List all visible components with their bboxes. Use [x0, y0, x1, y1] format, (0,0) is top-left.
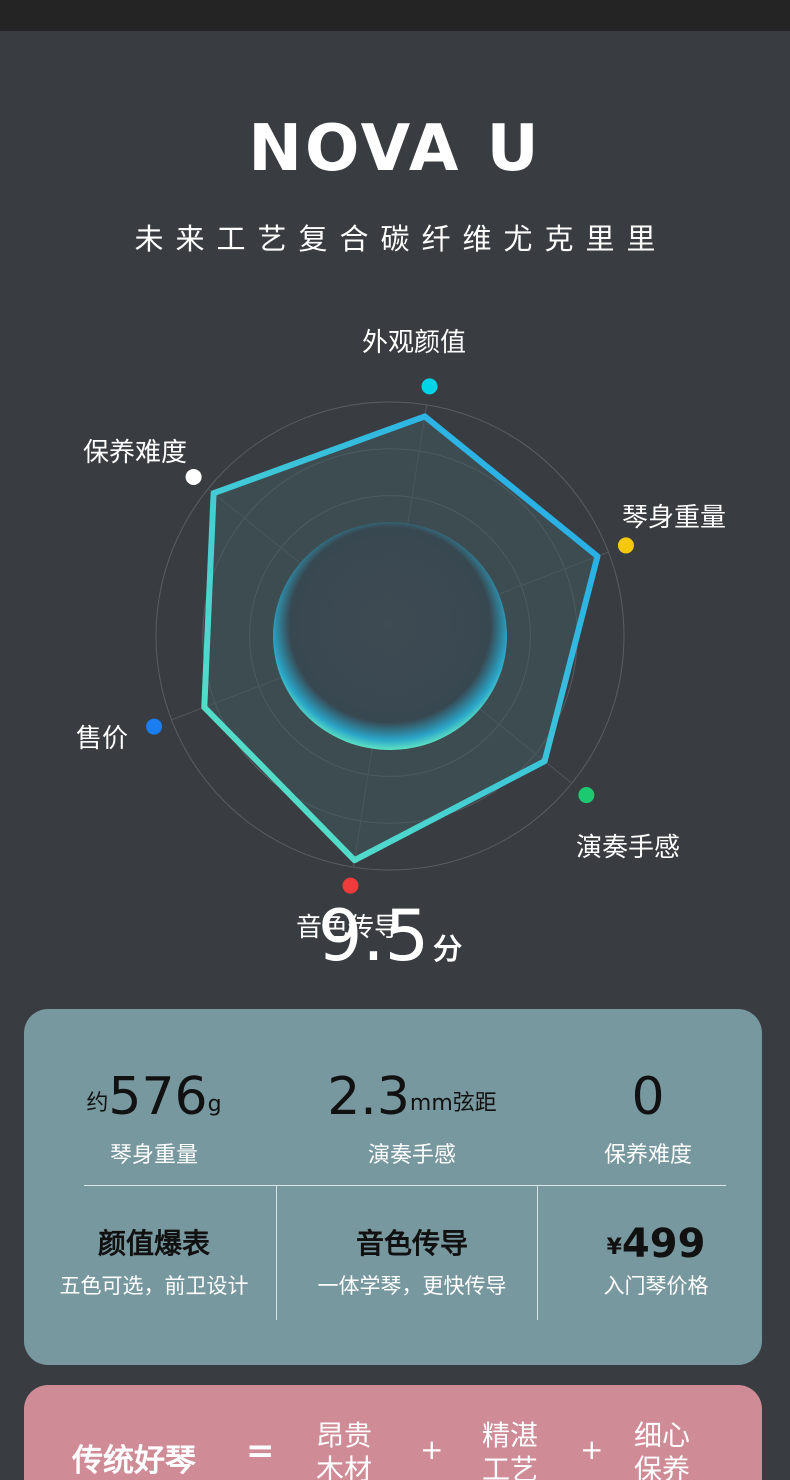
axis-label-price: 售价 [76, 724, 129, 754]
stat-action-label: 演奏手感 [367, 1143, 456, 1168]
feature-looks-title: 颜值爆表 [97, 1227, 210, 1260]
feature-tone: 音色传导 一体学琴，更快传导 [286, 1224, 538, 1300]
comparison-equals: = [246, 1431, 275, 1471]
comparison-card: 传统好琴 = 昂贵 木材 + 精湛 工艺 + 细心 保养 [24, 1385, 762, 1480]
comparison-title: 传统好琴 [72, 1443, 196, 1479]
product-subtitle: 未来工艺复合碳纤维尤克里里 [134, 222, 668, 256]
comparison-plus-1: + [420, 1433, 444, 1466]
divider-horizontal [84, 1185, 726, 1186]
stat-weight-unit: g [207, 1092, 222, 1117]
feature-looks: 颜值爆表 五色可选，前卫设计 [28, 1224, 280, 1300]
comparison-item-wood-line1: 昂贵 [316, 1419, 373, 1452]
feature-tone-title: 音色传导 [355, 1227, 468, 1260]
score-unit: 分 [433, 932, 463, 966]
comparison-item-care-line1: 细心 [634, 1419, 691, 1452]
comparison-plus-2: + [580, 1433, 604, 1466]
feature-price-desc: 入门琴价格 [603, 1274, 709, 1298]
stat-action: 2.3 mm弦距 演奏手感 [292, 1061, 532, 1169]
comparison-item-craft-line1: 精湛 [482, 1419, 539, 1452]
comparison-item-craft: 精湛 工艺 [482, 1419, 538, 1480]
stats-card: 约 576 g 琴身重量 2.3 mm弦距 演奏手感 0 保养难度 颜值爆表 五… [24, 1009, 762, 1365]
score-circle [273, 522, 507, 750]
comparison-item-care-line2: 保养 [634, 1453, 691, 1480]
comparison-item-wood: 昂贵 木材 [316, 1419, 372, 1480]
stat-maintenance: 0 保养难度 [528, 1061, 768, 1169]
score-value: 9.5 [317, 895, 430, 977]
axis-label-looks: 外观颜值 [362, 328, 467, 358]
axis-label-weight: 琴身重量 [622, 503, 727, 533]
feature-price: ¥ 499 入门琴价格 [530, 1224, 782, 1300]
axis-dot [617, 537, 634, 554]
axis-dot [578, 787, 595, 804]
status-bar [0, 0, 790, 31]
comparison-item-wood-line2: 木材 [316, 1453, 373, 1480]
axis-dot [185, 468, 202, 485]
feature-tone-desc: 一体学琴，更快传导 [317, 1274, 507, 1298]
axis-label-playability: 演奏手感 [576, 833, 681, 863]
radar-chart: 外观颜值 琴身重量 演奏手感 音色传导 售价 保养难度 9.5 分 [0, 300, 790, 980]
stat-weight: 约 576 g 琴身重量 [34, 1061, 274, 1169]
stat-action-unit: mm弦距 [409, 1091, 497, 1116]
stat-weight-label: 琴身重量 [109, 1143, 198, 1168]
stat-action-value: 2.3 [327, 1067, 410, 1127]
axis-dot [146, 718, 163, 735]
product-title: NOVA U [248, 112, 542, 186]
stat-maintenance-value: 0 [631, 1067, 665, 1127]
stat-weight-prefix: 约 [86, 1091, 109, 1116]
comparison-item-care: 细心 保养 [634, 1419, 690, 1480]
feature-looks-desc: 五色可选，前卫设计 [59, 1274, 249, 1298]
comparison-item-craft-line2: 工艺 [482, 1453, 539, 1480]
axis-label-maintenance: 保养难度 [83, 438, 188, 468]
axis-dot [421, 378, 438, 395]
stat-weight-value: 576 [108, 1067, 208, 1127]
stat-maintenance-label: 保养难度 [603, 1143, 692, 1168]
price-value: 499 [621, 1221, 706, 1267]
price-currency: ¥ [606, 1235, 622, 1260]
